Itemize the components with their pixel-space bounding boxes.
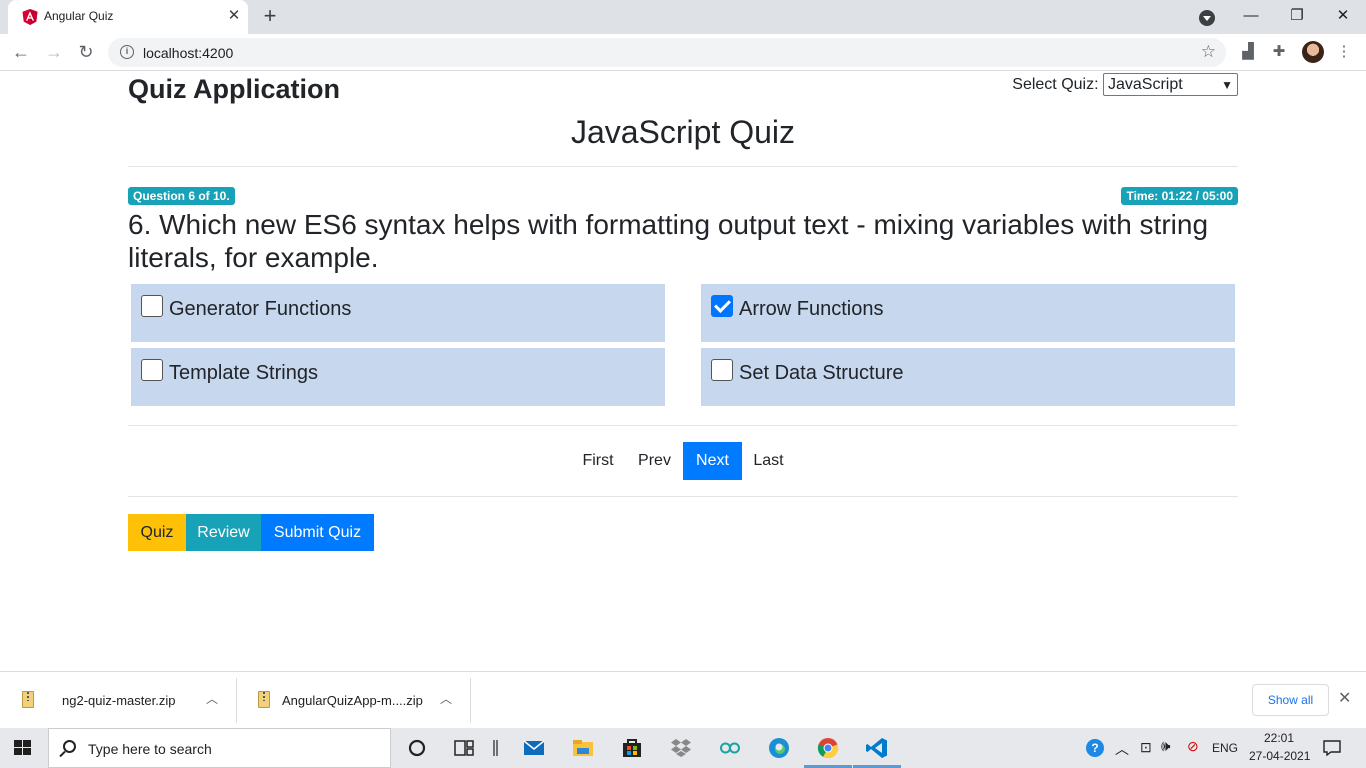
download-filename: ng2-quiz-master.zip bbox=[62, 693, 176, 708]
tab-search-icon[interactable] bbox=[1199, 10, 1215, 26]
clock-date[interactable]: 27-04-2021 bbox=[1249, 749, 1310, 763]
chevron-up-icon[interactable]: ︿ bbox=[440, 690, 452, 707]
arduino-icon[interactable] bbox=[718, 736, 742, 760]
quiz-select-dropdown[interactable]: JavaScript ▼ bbox=[1103, 73, 1238, 96]
option-checkbox[interactable] bbox=[711, 359, 733, 381]
angular-favicon-icon bbox=[22, 9, 38, 25]
browser-toolbar: ← → ↻ i localhost:4200 ☆ bbox=[0, 34, 1366, 71]
select-quiz-label: Select Quiz: bbox=[1012, 75, 1099, 93]
download-item[interactable]: AngularQuizApp-m....zip ︿ bbox=[236, 678, 470, 723]
submit-quiz-button[interactable]: Submit Quiz bbox=[261, 514, 374, 551]
option-label: Template Strings bbox=[169, 362, 318, 384]
last-page-button[interactable]: Last bbox=[742, 442, 795, 480]
option-checkbox[interactable] bbox=[711, 295, 733, 317]
edge-icon[interactable] bbox=[767, 736, 791, 760]
download-item[interactable]: ng2-quiz-master.zip ︿ bbox=[0, 678, 236, 723]
help-icon[interactable]: ? bbox=[1084, 737, 1106, 759]
taskbar-search-box[interactable]: Type here to search bbox=[48, 728, 391, 768]
first-page-button[interactable]: First bbox=[570, 442, 626, 480]
next-page-button[interactable]: Next bbox=[683, 442, 742, 480]
mail-icon[interactable] bbox=[522, 736, 546, 760]
file-explorer-icon[interactable] bbox=[571, 736, 595, 760]
taskbar-divider-icon bbox=[493, 740, 498, 756]
vscode-icon[interactable] bbox=[865, 736, 889, 760]
windows-start-icon[interactable] bbox=[14, 740, 32, 756]
url-text: localhost:4200 bbox=[143, 45, 234, 61]
option-checkbox[interactable] bbox=[141, 359, 163, 381]
show-all-button[interactable]: Show all bbox=[1252, 684, 1329, 716]
chevron-down-icon: ▼ bbox=[1221, 78, 1233, 92]
browser-tab[interactable]: Angular Quiz ✕ bbox=[8, 0, 248, 34]
option-checkbox[interactable] bbox=[141, 295, 163, 317]
quiz-select-value: JavaScript bbox=[1108, 76, 1183, 93]
quiz-selector: Select Quiz: JavaScript ▼ bbox=[1012, 73, 1238, 96]
cortana-icon[interactable] bbox=[405, 736, 429, 760]
search-placeholder: Type here to search bbox=[88, 741, 212, 757]
reload-icon[interactable]: ↻ bbox=[74, 40, 98, 64]
device-icon[interactable]: ⊡ bbox=[1140, 739, 1152, 756]
chevron-up-icon[interactable]: ︿ bbox=[206, 690, 218, 707]
task-view-icon[interactable] bbox=[452, 736, 476, 760]
divider bbox=[128, 496, 1238, 497]
store-icon[interactable] bbox=[620, 736, 644, 760]
clock-time[interactable]: 22:01 bbox=[1264, 731, 1294, 745]
site-info-icon[interactable]: i bbox=[120, 45, 134, 59]
back-icon[interactable]: ← bbox=[9, 40, 33, 64]
option-generator-functions[interactable]: Generator Functions bbox=[131, 284, 665, 342]
divider bbox=[128, 425, 1238, 426]
windows-taskbar: Type here to search ? ︿ ⊡ 🕪 ⊘ ENG 22:01 … bbox=[0, 728, 1366, 768]
window-close-icon[interactable]: ✕ bbox=[1328, 4, 1358, 28]
chrome-icon[interactable] bbox=[816, 736, 840, 760]
option-label: Set Data Structure bbox=[739, 362, 904, 384]
language-indicator[interactable]: ENG bbox=[1212, 741, 1238, 755]
svg-text:?: ? bbox=[1091, 741, 1098, 755]
question-counter-badge: Question 6 of 10. bbox=[128, 187, 235, 205]
timer-badge: Time: 01:22 / 05:00 bbox=[1121, 187, 1238, 205]
close-shelf-icon[interactable]: ✕ bbox=[1338, 688, 1351, 708]
search-icon bbox=[63, 740, 76, 753]
divider bbox=[128, 166, 1238, 167]
minimize-icon[interactable]: — bbox=[1236, 4, 1266, 28]
profile-avatar[interactable] bbox=[1302, 41, 1324, 63]
option-label: Arrow Functions bbox=[739, 298, 884, 320]
option-arrow-functions[interactable]: Arrow Functions bbox=[701, 284, 1235, 342]
browser-menu-icon[interactable]: ⋮ bbox=[1334, 42, 1354, 62]
download-filename: AngularQuizApp-m....zip bbox=[282, 693, 423, 708]
divider bbox=[470, 678, 471, 723]
volume-icon[interactable]: 🕪 bbox=[1161, 738, 1170, 755]
option-set-data-structure[interactable]: Set Data Structure bbox=[701, 348, 1235, 406]
dropbox-icon[interactable] bbox=[669, 736, 693, 760]
review-button[interactable]: Review bbox=[186, 514, 261, 551]
notification-icon[interactable] bbox=[1322, 738, 1342, 758]
prev-page-button[interactable]: Prev bbox=[626, 442, 683, 480]
new-tab-icon[interactable]: + bbox=[258, 5, 282, 29]
network-icon[interactable]: ⊘ bbox=[1187, 738, 1199, 755]
browser-tab-strip: Angular Quiz ✕ + — ❐ ✕ bbox=[0, 0, 1366, 34]
forward-icon[interactable]: → bbox=[42, 40, 66, 64]
address-bar[interactable]: i localhost:4200 ☆ bbox=[108, 38, 1226, 67]
option-label: Generator Functions bbox=[169, 298, 352, 320]
zip-file-icon bbox=[258, 691, 270, 708]
extensions-puzzle-icon[interactable]: ✚ bbox=[1269, 42, 1289, 62]
maximize-icon[interactable]: ❐ bbox=[1282, 4, 1312, 28]
bookmark-star-icon[interactable]: ☆ bbox=[1201, 42, 1216, 62]
extension-chart-icon[interactable]: ▟ bbox=[1238, 42, 1258, 62]
zip-file-icon bbox=[22, 691, 34, 708]
quiz-heading: JavaScript Quiz bbox=[570, 114, 796, 150]
chevron-up-icon[interactable]: ︿ bbox=[1115, 739, 1129, 759]
quiz-mode-button[interactable]: Quiz bbox=[128, 514, 186, 551]
tab-title: Angular Quiz bbox=[44, 9, 114, 23]
option-template-strings[interactable]: Template Strings bbox=[131, 348, 665, 406]
app-title: Quiz Application bbox=[128, 74, 340, 104]
question-text: 6. Which new ES6 syntax helps with forma… bbox=[128, 209, 1209, 273]
tab-close-icon[interactable]: ✕ bbox=[224, 6, 244, 26]
download-shelf: ng2-quiz-master.zip ︿ AngularQuizApp-m..… bbox=[0, 671, 1366, 728]
